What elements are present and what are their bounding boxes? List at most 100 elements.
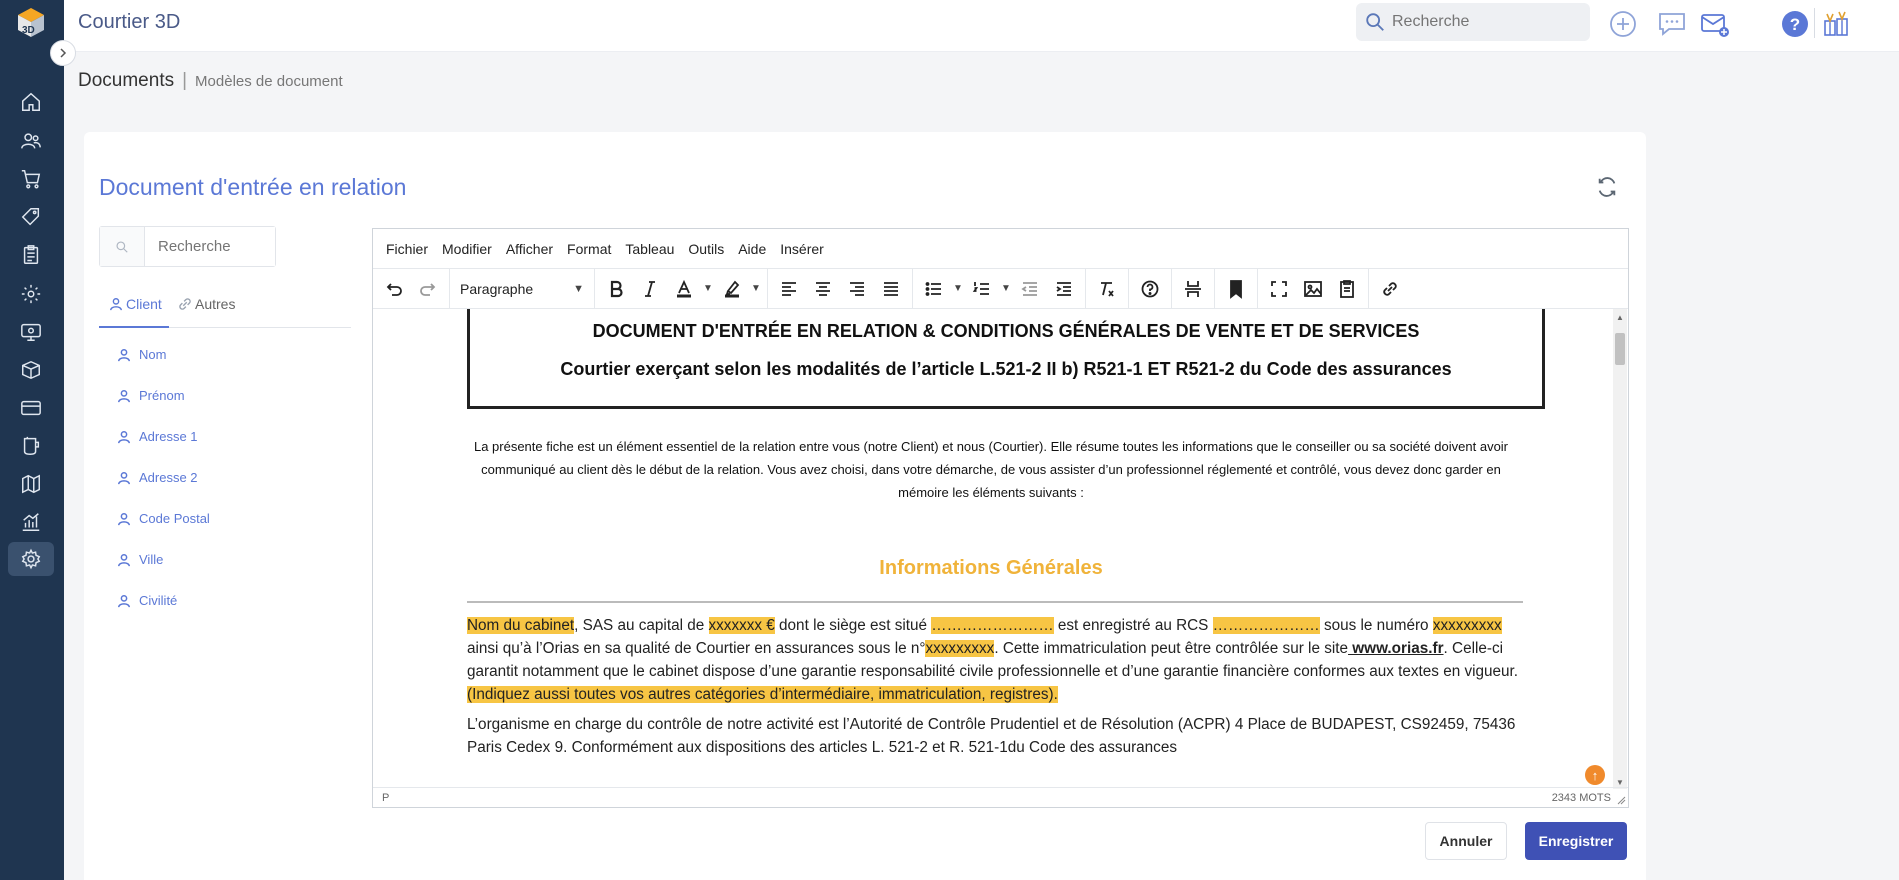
- add-button[interactable]: [1606, 7, 1640, 41]
- numbered-list-button[interactable]: [965, 273, 999, 305]
- tab-client[interactable]: Client: [109, 296, 162, 312]
- clear-formatting-button[interactable]: [1090, 273, 1124, 305]
- numbered-list-dropdown[interactable]: ▼: [999, 273, 1013, 305]
- section-title: Informations Générales: [879, 557, 1103, 579]
- align-right-button[interactable]: [840, 273, 874, 305]
- menu-tableau[interactable]: Tableau: [618, 241, 681, 257]
- variable-item-label: Prénom: [139, 388, 185, 403]
- menu-inserer[interactable]: Insérer: [773, 241, 831, 257]
- menu-fichier[interactable]: Fichier: [379, 241, 435, 257]
- highlight-button[interactable]: [715, 273, 749, 305]
- sidebar-item-monitor[interactable]: [8, 315, 54, 349]
- menu-afficher[interactable]: Afficher: [499, 241, 560, 257]
- page-break-button[interactable]: [1176, 273, 1210, 305]
- align-left-button[interactable]: [772, 273, 806, 305]
- fullscreen-button[interactable]: [1262, 273, 1296, 305]
- redo-button[interactable]: [411, 273, 445, 305]
- variable-item-adresse-2[interactable]: Adresse 2: [117, 457, 210, 498]
- tab-autres[interactable]: Autres: [178, 296, 235, 312]
- sidebar-item-map[interactable]: [8, 467, 54, 501]
- sidebar-item-admin[interactable]: [8, 542, 54, 576]
- word-count[interactable]: 2343 MOTS: [1552, 792, 1611, 804]
- insert-link-button[interactable]: [1373, 273, 1407, 305]
- align-justify-button[interactable]: [874, 273, 908, 305]
- sidebar-item-payments[interactable]: [8, 391, 54, 425]
- sidebar-item-tags[interactable]: [8, 200, 54, 234]
- paragraph-text: est enregistré au RCS: [1053, 617, 1213, 634]
- editor-help-button[interactable]: [1133, 273, 1167, 305]
- app-logo-icon[interactable]: 3D: [14, 6, 48, 40]
- bullet-list-button[interactable]: [917, 273, 951, 305]
- block-format-value: Paragraphe: [460, 280, 534, 297]
- menu-outils[interactable]: Outils: [681, 241, 731, 257]
- align-center-button[interactable]: [806, 273, 840, 305]
- bold-button[interactable]: [599, 273, 633, 305]
- paragraph-text: sous le numéro: [1319, 617, 1433, 634]
- align-group: [768, 268, 913, 309]
- scroll-down-icon[interactable]: ▼: [1616, 778, 1624, 787]
- sidebar-item-home[interactable]: [8, 85, 54, 119]
- messages-button[interactable]: [1655, 7, 1689, 41]
- map-icon: [22, 474, 40, 494]
- italic-button[interactable]: [633, 273, 667, 305]
- sidebar-item-mug[interactable]: [8, 429, 54, 463]
- orias-link[interactable]: www.orias.fr: [1348, 640, 1443, 657]
- gifts-button[interactable]: [1819, 7, 1853, 41]
- question-icon: [1141, 280, 1159, 297]
- variable-item-civilite[interactable]: Civilité: [117, 580, 210, 621]
- help-button[interactable]: ?: [1778, 7, 1812, 41]
- save-button[interactable]: Enregistrer: [1525, 822, 1627, 860]
- menu-format[interactable]: Format: [560, 241, 618, 257]
- bold-icon: [610, 280, 623, 297]
- element-path[interactable]: P: [382, 792, 389, 804]
- insert-image-button[interactable]: [1296, 273, 1330, 305]
- variable-item-nom[interactable]: Nom: [117, 334, 210, 375]
- sidebar-item-documents[interactable]: [8, 238, 54, 272]
- variable-search[interactable]: [99, 226, 276, 267]
- sidebar-expand-button[interactable]: [50, 40, 76, 66]
- outdent-button[interactable]: [1013, 273, 1047, 305]
- menu-aide[interactable]: Aide: [731, 241, 773, 257]
- bullet-list-dropdown[interactable]: ▼: [951, 273, 965, 305]
- global-search-input[interactable]: [1392, 13, 1572, 31]
- document-subheading: Courtier exerçant selon les modalités de…: [560, 359, 1452, 379]
- bookmark-icon: [1230, 279, 1242, 299]
- undo-button[interactable]: [377, 273, 411, 305]
- sidebar-item-settings[interactable]: [8, 277, 54, 311]
- variable-search-input[interactable]: [145, 227, 275, 266]
- document-content[interactable]: DOCUMENT D'ENTRÉE EN RELATION & CONDITIO…: [373, 309, 1611, 789]
- document-scrollbar[interactable]: ▲ ▼: [1613, 309, 1627, 789]
- variable-item-label: Code Postal: [139, 511, 210, 526]
- highlight-dropdown[interactable]: ▼: [749, 273, 763, 305]
- sidebar-item-stats[interactable]: [8, 505, 54, 539]
- sidebar-item-clients[interactable]: [8, 124, 54, 158]
- variable-item-ville[interactable]: Ville: [117, 539, 210, 580]
- cancel-button[interactable]: Annuler: [1425, 822, 1507, 860]
- sidebar-item-cart[interactable]: [8, 162, 54, 196]
- rich-text-editor: Fichier Modifier Afficher Format Tableau…: [372, 228, 1629, 808]
- breadcrumb-documents[interactable]: Documents: [78, 70, 174, 92]
- bookmark-button[interactable]: [1219, 273, 1253, 305]
- variable-item-adresse-1[interactable]: Adresse 1: [117, 416, 210, 457]
- mail-button[interactable]: [1698, 7, 1732, 41]
- menu-modifier[interactable]: Modifier: [435, 241, 499, 257]
- paste-button[interactable]: [1330, 273, 1364, 305]
- variable-list: Nom Prénom Adresse 1 Adresse 2 Code Post…: [117, 334, 210, 621]
- sidebar-item-products[interactable]: [8, 353, 54, 387]
- scrollbar-thumb[interactable]: [1615, 333, 1625, 365]
- scroll-top-button[interactable]: ↑: [1585, 765, 1605, 785]
- template-card: Document d'entrée en relation Client Aut…: [84, 132, 1646, 880]
- text-color-button[interactable]: [667, 273, 701, 305]
- variable-item-prenom[interactable]: Prénom: [117, 375, 210, 416]
- chat-icon: [1659, 13, 1685, 36]
- indent-button[interactable]: [1047, 273, 1081, 305]
- variable-item-code-postal[interactable]: Code Postal: [117, 498, 210, 539]
- resize-handle-icon[interactable]: [1616, 795, 1626, 805]
- block-format-select[interactable]: Paragraphe ▼: [454, 273, 590, 305]
- refresh-button[interactable]: [1596, 176, 1620, 200]
- placeholder-orias: xxxxxxxxx: [925, 640, 995, 657]
- text-color-dropdown[interactable]: ▼: [701, 273, 715, 305]
- scroll-up-icon[interactable]: ▲: [1616, 313, 1624, 322]
- breadcrumb-document-templates[interactable]: Modèles de document: [195, 73, 343, 90]
- global-search[interactable]: [1356, 3, 1590, 41]
